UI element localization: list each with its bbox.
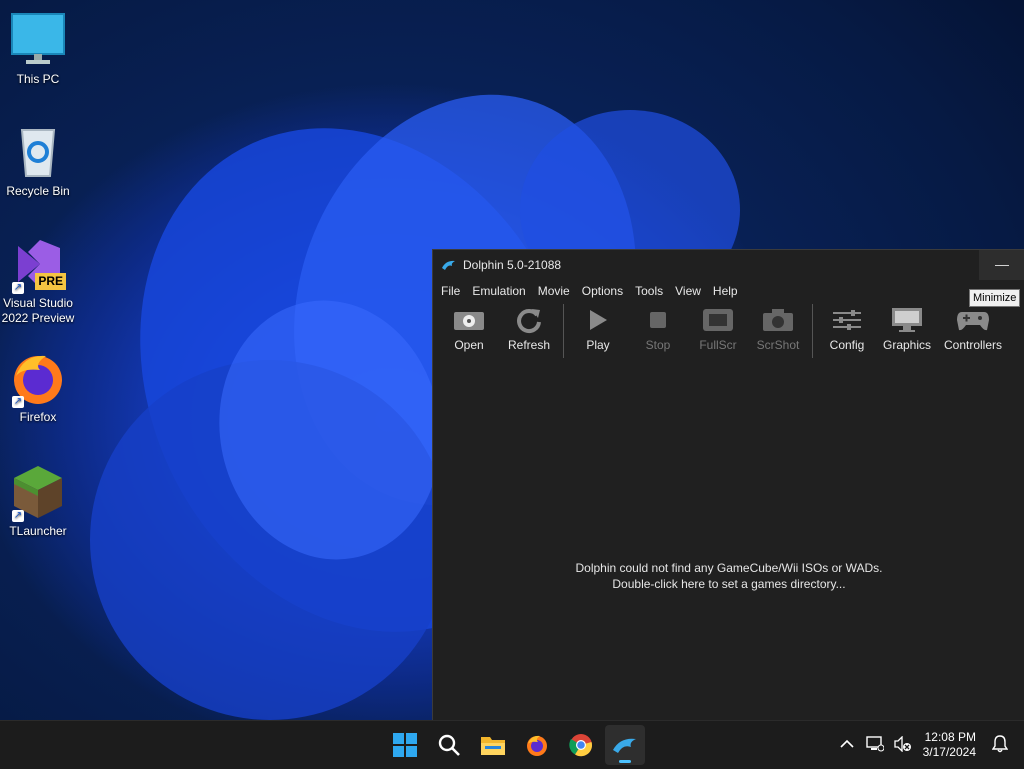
chevron-up-icon xyxy=(840,739,854,748)
stop-button[interactable]: Stop xyxy=(628,304,688,352)
title-bar[interactable]: Dolphin 5.0-21088 — xyxy=(433,250,1024,280)
toolbar-separator xyxy=(812,304,813,358)
sliders-icon xyxy=(833,310,861,330)
show-hidden-icons-button[interactable] xyxy=(833,738,861,752)
desktop-icon-label: TLauncher xyxy=(9,524,67,538)
play-icon xyxy=(590,310,607,330)
desktop-icon-label: Firefox xyxy=(19,410,57,424)
shortcut-arrow-icon: ↗ xyxy=(12,282,24,294)
desktop-icon-recycle-bin[interactable]: Recycle Bin xyxy=(0,124,76,199)
refresh-label: Refresh xyxy=(507,338,551,352)
open-label: Open xyxy=(454,338,484,352)
toolbar-separator xyxy=(563,304,564,358)
menu-movie[interactable]: Movie xyxy=(532,280,576,302)
controllers-label: Controllers xyxy=(943,338,1003,352)
notifications-button[interactable] xyxy=(986,734,1014,756)
taskbar: 12:08 PM 3/17/2024 xyxy=(0,720,1024,769)
shortcut-arrow-icon: ↗ xyxy=(12,396,24,408)
firefox-taskbar-button[interactable] xyxy=(517,725,557,765)
open-disc-icon xyxy=(454,312,484,330)
refresh-icon xyxy=(517,309,541,334)
firefox-icon xyxy=(527,735,547,756)
stop-label: Stop xyxy=(645,338,671,352)
menu-emulation[interactable]: Emulation xyxy=(466,280,531,302)
open-button[interactable]: Open xyxy=(439,304,499,352)
game-list-empty-message[interactable]: Dolphin could not find any GameCube/Wii … xyxy=(433,560,1024,592)
gamepad-icon xyxy=(957,312,989,331)
monitor-icon xyxy=(11,13,65,64)
graphics-button[interactable]: Graphics xyxy=(877,304,937,352)
window-title: Dolphin 5.0-21088 xyxy=(463,258,562,272)
menu-file[interactable]: File xyxy=(435,280,466,302)
display-icon xyxy=(892,308,922,332)
config-button[interactable]: Config xyxy=(817,304,877,352)
start-icon xyxy=(393,733,417,757)
camera-icon xyxy=(763,309,793,331)
bell-icon xyxy=(991,734,1009,752)
taskbar-clock[interactable]: 12:08 PM 3/17/2024 xyxy=(917,730,986,760)
menu-tools[interactable]: Tools xyxy=(629,280,669,302)
clock-time: 12:08 PM xyxy=(924,730,976,744)
screenshot-button[interactable]: ScrShot xyxy=(748,304,808,352)
dolphin-icon xyxy=(613,738,636,753)
fullscreen-icon xyxy=(703,309,733,331)
shortcut-arrow-icon: ↗ xyxy=(12,510,24,522)
file-explorer-icon xyxy=(481,737,505,755)
minimize-tooltip: Minimize xyxy=(969,289,1021,307)
taskbar-apps xyxy=(383,725,647,765)
controllers-button[interactable]: Controllers xyxy=(937,304,1009,352)
stop-icon xyxy=(650,312,666,328)
recycle-bin-icon xyxy=(20,129,56,177)
empty-message-line: Dolphin could not find any GameCube/Wii … xyxy=(575,561,883,575)
network-icon xyxy=(865,735,885,751)
config-label: Config xyxy=(829,338,865,352)
refresh-button[interactable]: Refresh xyxy=(499,304,559,352)
toolbar: Open Refresh Play Stop FullScr ScrShot C… xyxy=(433,302,1024,366)
screenshot-label: ScrShot xyxy=(756,338,800,352)
desktop-icon-visual-studio[interactable]: PRE ↗ Visual Studio 2022 Preview xyxy=(0,236,76,326)
menu-help[interactable]: Help xyxy=(707,280,744,302)
start-button[interactable] xyxy=(385,725,425,765)
desktop-icon-this-pc[interactable]: This PC xyxy=(0,12,76,87)
pre-badge: PRE xyxy=(35,273,66,290)
fullscreen-button[interactable]: FullScr xyxy=(688,304,748,352)
graphics-label: Graphics xyxy=(882,338,932,352)
desktop-icon-label: Visual Studio 2022 Preview xyxy=(1,296,75,325)
play-label: Play xyxy=(586,338,610,352)
menu-view[interactable]: View xyxy=(669,280,707,302)
volume-muted-icon xyxy=(893,734,911,753)
file-explorer-button[interactable] xyxy=(473,725,513,765)
desktop-icon-label: Recycle Bin xyxy=(6,184,70,198)
desktop-icon-label: This PC xyxy=(16,72,60,86)
search-button[interactable] xyxy=(429,725,469,765)
dolphin-window[interactable]: Dolphin 5.0-21088 — File Emulation Movie… xyxy=(432,249,1024,721)
clock-date: 3/17/2024 xyxy=(922,745,976,759)
menu-bar: File Emulation Movie Options Tools View … xyxy=(433,280,1024,302)
chrome-taskbar-button[interactable] xyxy=(561,725,601,765)
minimize-button[interactable]: — xyxy=(979,250,1024,280)
dolphin-taskbar-button[interactable] xyxy=(605,725,645,765)
empty-message-line: Double-click here to set a games directo… xyxy=(612,577,846,591)
desktop-icon-tlauncher[interactable]: ↗ TLauncher xyxy=(0,464,76,539)
dolphin-icon xyxy=(442,260,455,270)
network-button[interactable] xyxy=(861,735,889,755)
search-icon xyxy=(438,734,460,756)
chrome-icon xyxy=(569,734,593,757)
volume-button[interactable] xyxy=(889,734,917,755)
menu-options[interactable]: Options xyxy=(576,280,629,302)
system-tray: 12:08 PM 3/17/2024 xyxy=(833,721,1024,769)
desktop-icon-firefox[interactable]: ↗ Firefox xyxy=(0,350,76,425)
fullscreen-label: FullScr xyxy=(699,338,737,352)
play-button[interactable]: Play xyxy=(568,304,628,352)
